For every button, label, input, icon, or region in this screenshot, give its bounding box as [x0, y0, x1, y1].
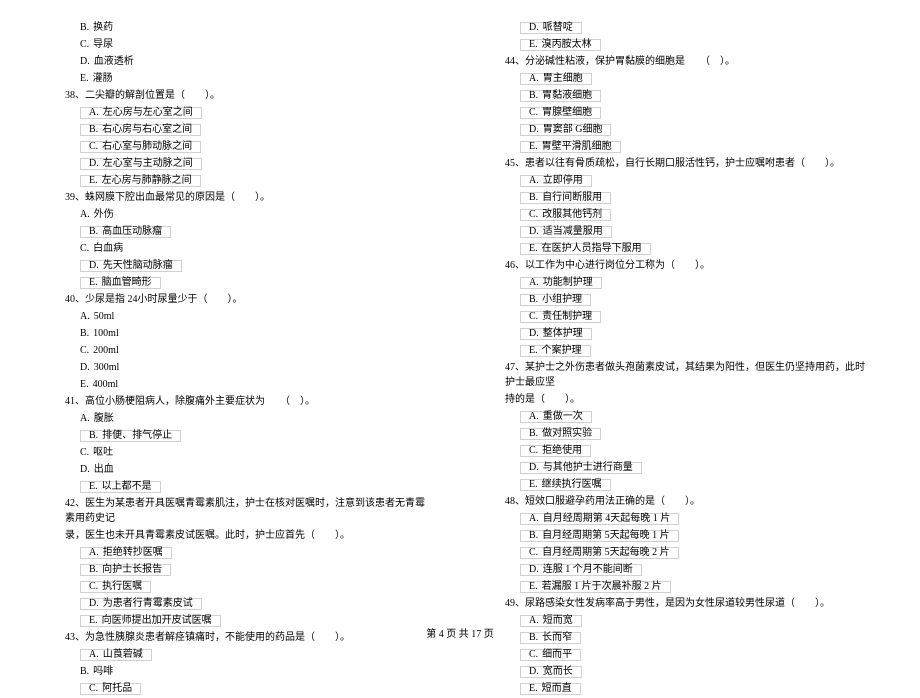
option: D.胃窦部 G细胞	[520, 122, 870, 137]
option: A.山莨菪碱	[80, 647, 430, 662]
left-column: B.换药 C.导尿 D.血液透析 E.灌肠 38、二尖瓣的解剖位置是（ ）。 A…	[50, 20, 430, 698]
option: C.白血病	[80, 241, 430, 256]
question-49-stem: 49、尿路感染女性发病率高于男性，是因为女性尿道较男性尿道（ ）。	[505, 596, 870, 611]
right-column: D.哌替啶 E.溴丙胺太林 44、分泌碱性粘液，保护胃黏膜的细胞是 （ ）。 A…	[490, 20, 870, 698]
option: C.胃腺壁细胞	[520, 105, 870, 120]
option: B.小组护理	[520, 292, 870, 307]
option: A.外伤	[80, 207, 430, 222]
option: D.左心室与主动脉之间	[80, 156, 430, 171]
question-40-stem: 40、少尿是指 24小时尿量少于（ ）。	[65, 292, 430, 307]
option: B.自月经周期第 5天起每晚 1 片	[520, 528, 870, 543]
option: C.改服其他钙剂	[520, 207, 870, 222]
option: E.若漏服 1 片于次晨补服 2 片	[520, 579, 870, 594]
option: A.自月经周期第 4天起每晚 1 片	[520, 511, 870, 526]
option: E.左心房与肺静脉之间	[80, 173, 430, 188]
option: A.左心房与左心室之间	[80, 105, 430, 120]
question-38-stem: 38、二尖瓣的解剖位置是（ ）。	[65, 88, 430, 103]
option: E.个案护理	[520, 343, 870, 358]
option: B.胃黏液细胞	[520, 88, 870, 103]
option: B.右心房与右心室之间	[80, 122, 430, 137]
option: D.整体护理	[520, 326, 870, 341]
option: E.溴丙胺太林	[520, 37, 870, 52]
question-42-stem-line1: 42、医生为某患者开具医嘱青霉素肌注，护士在核对医嘱时，注意到该患者无青霉素用药…	[65, 496, 430, 526]
option: A.重做一次	[520, 409, 870, 424]
question-46-stem: 46、以工作为中心进行岗位分工称为（ ）。	[505, 258, 870, 273]
question-41-stem: 41、高位小肠梗阻病人，除腹痛外主要症状为 （ ）。	[65, 394, 430, 409]
option: E.在医护人员指导下服用	[520, 241, 870, 256]
option: D.300ml	[80, 360, 430, 375]
option: D.适当减量服用	[520, 224, 870, 239]
question-48-stem: 48、短效口服避孕药用法正确的是（ ）。	[505, 494, 870, 509]
option: C.200ml	[80, 343, 430, 358]
option: A.立即停用	[520, 173, 870, 188]
option: D.连服 1 个月不能间断	[520, 562, 870, 577]
option: C.自月经周期第 5天起每晚 2 片	[520, 545, 870, 560]
question-47-stem-line2: 持的是（ ）。	[505, 392, 870, 407]
page-footer: 第 4 页 共 17 页	[0, 625, 920, 640]
option: C.细而平	[520, 647, 870, 662]
option: E.400ml	[80, 377, 430, 392]
option: E.以上都不是	[80, 479, 430, 494]
option: C.拒绝使用	[520, 443, 870, 458]
question-47-stem-line1: 47、某护士之外伤患者做头孢菌素皮试，其结果为阳性，但医生仍坚持用药，此时护士最…	[505, 360, 870, 390]
option: D.血液透析	[80, 54, 430, 69]
option: A.50ml	[80, 309, 430, 324]
option: D.宽而长	[520, 664, 870, 679]
option: B.100ml	[80, 326, 430, 341]
option: C.呕吐	[80, 445, 430, 460]
option: D.与其他护士进行商量	[520, 460, 870, 475]
option: E.短而直	[520, 681, 870, 696]
option: B.做对照实验	[520, 426, 870, 441]
option: E.脑血管畸形	[80, 275, 430, 290]
option: E.继续执行医嘱	[520, 477, 870, 492]
option: C.右心室与肺动脉之间	[80, 139, 430, 154]
option: B.排便、排气停止	[80, 428, 430, 443]
option: C.责任制护理	[520, 309, 870, 324]
option: D.哌替啶	[520, 20, 870, 35]
option: A.胃主细胞	[520, 71, 870, 86]
option: B.向护士长报告	[80, 562, 430, 577]
option: B.吗啡	[80, 664, 430, 679]
option: C.执行医嘱	[80, 579, 430, 594]
option: B.换药	[80, 20, 430, 35]
option: E.灌肠	[80, 71, 430, 86]
option: C.阿托品	[80, 681, 430, 696]
option: D.为患者行青霉素皮试	[80, 596, 430, 611]
two-column-layout: B.换药 C.导尿 D.血液透析 E.灌肠 38、二尖瓣的解剖位置是（ ）。 A…	[50, 20, 870, 698]
option: A.腹胀	[80, 411, 430, 426]
option: B.自行间断服用	[520, 190, 870, 205]
option: B.高血压动脉瘤	[80, 224, 430, 239]
option: D.先天性脑动脉瘤	[80, 258, 430, 273]
option: D.出血	[80, 462, 430, 477]
question-39-stem: 39、蛛网膜下腔出血最常见的原因是（ ）。	[65, 190, 430, 205]
question-42-stem-line2: 录，医生也未开具青霉素皮试医嘱。此时，护士应首先（ ）。	[65, 528, 430, 543]
option: C.导尿	[80, 37, 430, 52]
question-45-stem: 45、患者以往有骨质疏松，自行长期口服活性钙，护士应嘱咐患者（ ）。	[505, 156, 870, 171]
option: E.胃壁平滑肌细胞	[520, 139, 870, 154]
option: A.功能制护理	[520, 275, 870, 290]
option: A.拒绝转抄医嘱	[80, 545, 430, 560]
question-44-stem: 44、分泌碱性粘液，保护胃黏膜的细胞是 （ ）。	[505, 54, 870, 69]
